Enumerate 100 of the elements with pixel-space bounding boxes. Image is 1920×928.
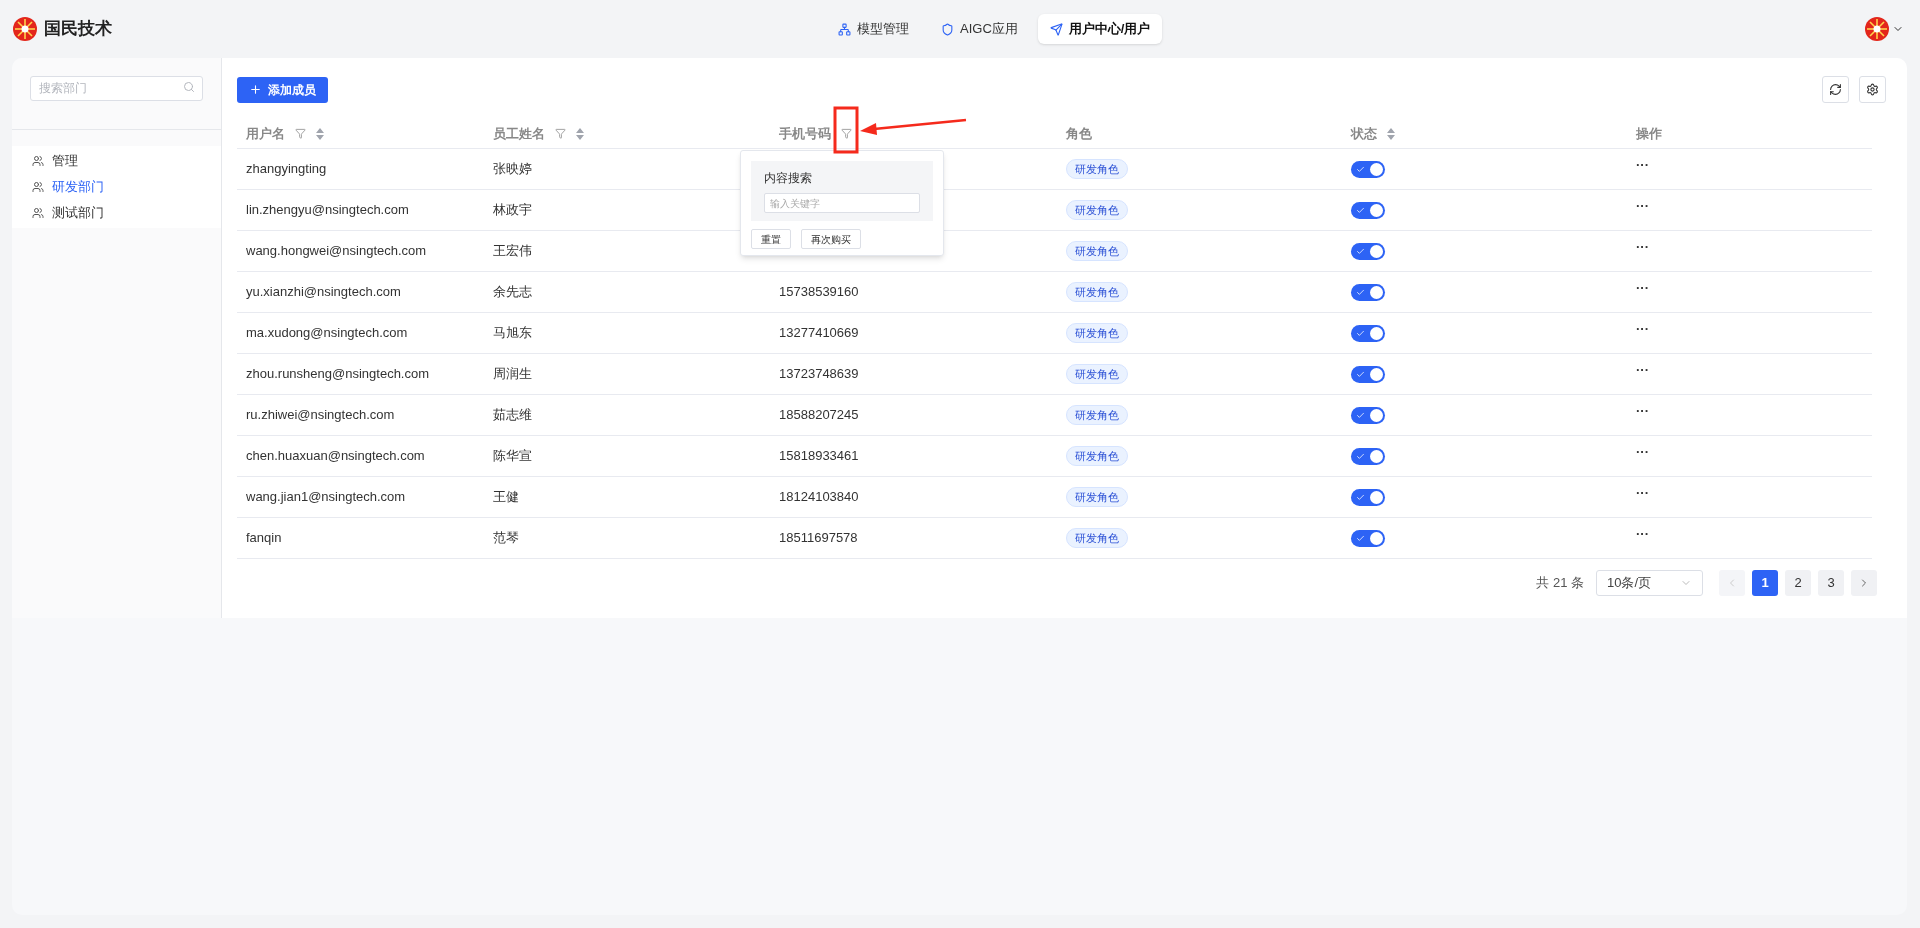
total-count: 共 21 条 bbox=[1536, 574, 1584, 593]
table-cell: lin.zhengyu@nsingtech.com bbox=[246, 202, 409, 218]
role-tag: 研发角色 bbox=[1066, 487, 1128, 507]
column-header: 角色 bbox=[1066, 124, 1092, 143]
role-tag: 研发角色 bbox=[1066, 200, 1128, 220]
check-icon bbox=[1356, 164, 1365, 174]
table-cell: 13723748639 bbox=[779, 366, 859, 382]
table-cell: ma.xudong@nsingtech.com bbox=[246, 325, 408, 341]
more-actions[interactable]: ··· bbox=[1636, 485, 1649, 501]
table-cell: 15738539160 bbox=[779, 284, 859, 300]
table-cell: 余先志 bbox=[493, 284, 532, 300]
table-cell: 张映婷 bbox=[493, 161, 532, 177]
check-icon bbox=[1356, 492, 1365, 502]
more-actions[interactable]: ··· bbox=[1636, 280, 1649, 296]
role-tag: 研发角色 bbox=[1066, 282, 1128, 302]
table-cell: 茹志维 bbox=[493, 407, 532, 423]
role-tag: 研发角色 bbox=[1066, 159, 1128, 179]
more-actions[interactable]: ··· bbox=[1636, 321, 1649, 337]
check-icon bbox=[1356, 451, 1365, 461]
status-toggle[interactable] bbox=[1351, 283, 1385, 301]
logo-icon bbox=[12, 16, 38, 42]
table-cell: 13277410669 bbox=[779, 325, 859, 341]
check-icon bbox=[1356, 410, 1365, 420]
table-cell: 王健 bbox=[493, 489, 519, 505]
brand-name: 国民技术 bbox=[44, 18, 112, 41]
status-toggle[interactable] bbox=[1351, 529, 1385, 547]
table-cell: wang.jian1@nsingtech.com bbox=[246, 489, 406, 505]
table-cell: zhou.runsheng@nsingtech.com bbox=[246, 366, 430, 382]
table-cell: 范琴 bbox=[493, 530, 519, 546]
check-icon bbox=[1356, 369, 1365, 379]
more-actions[interactable]: ··· bbox=[1636, 403, 1649, 419]
status-toggle[interactable] bbox=[1351, 447, 1385, 465]
check-icon bbox=[1356, 246, 1365, 256]
page-button[interactable]: 2 bbox=[1785, 570, 1811, 596]
more-actions[interactable]: ··· bbox=[1636, 444, 1649, 460]
role-tag: 研发角色 bbox=[1066, 528, 1128, 548]
table-cell: wang.hongwei@nsingtech.com bbox=[246, 243, 427, 259]
popover-title: 内容搜索 bbox=[764, 170, 813, 187]
department-item[interactable]: 管理 bbox=[12, 147, 221, 174]
department-item[interactable]: 研发部门 bbox=[12, 173, 221, 200]
table-cell: fanqin bbox=[246, 530, 282, 546]
column-header: 员工姓名 bbox=[493, 123, 584, 144]
more-actions[interactable]: ··· bbox=[1636, 157, 1649, 173]
popover-button[interactable]: 再次购买 bbox=[801, 229, 861, 249]
check-icon bbox=[1356, 205, 1365, 215]
nav-icon bbox=[941, 22, 954, 36]
keyword-field[interactable]: 输入关键字 bbox=[764, 193, 920, 213]
nav-icon bbox=[1049, 22, 1063, 36]
status-toggle[interactable] bbox=[1351, 365, 1385, 383]
refresh-button[interactable] bbox=[1822, 76, 1849, 103]
more-actions[interactable]: ··· bbox=[1636, 526, 1649, 542]
check-icon bbox=[1356, 328, 1365, 338]
table-cell: zhangyingting bbox=[246, 161, 327, 177]
status-toggle[interactable] bbox=[1351, 160, 1385, 178]
search-field[interactable]: 搜索部门 bbox=[30, 75, 203, 101]
annotation-box bbox=[833, 106, 859, 154]
popover-button[interactable]: 重置 bbox=[751, 229, 791, 249]
table-cell: 18588207245 bbox=[779, 407, 859, 423]
table-cell: 马旭东 bbox=[493, 325, 532, 341]
users-icon bbox=[32, 206, 44, 219]
table-cell: yu.xianzhi@nsingtech.com bbox=[246, 284, 401, 300]
page-button[interactable]: 3 bbox=[1818, 570, 1844, 596]
check-icon bbox=[1356, 287, 1365, 297]
table-cell: chen.huaxuan@nsingtech.com bbox=[246, 448, 425, 464]
more-actions[interactable]: ··· bbox=[1636, 239, 1649, 255]
role-tag: 研发角色 bbox=[1066, 446, 1128, 466]
column-header: 状态 bbox=[1351, 123, 1395, 144]
page-size-select[interactable]: 10条/页 bbox=[1596, 570, 1703, 596]
role-tag: 研发角色 bbox=[1066, 364, 1128, 384]
check-icon bbox=[1356, 533, 1365, 543]
table-cell: 林政宇 bbox=[493, 202, 532, 218]
more-actions[interactable]: ··· bbox=[1636, 362, 1649, 378]
plus-icon bbox=[249, 83, 262, 96]
table-cell: 18124103840 bbox=[779, 489, 859, 505]
nav-tab[interactable]: 用户中心/用户 bbox=[1037, 14, 1163, 44]
nav-tab[interactable]: AIGC应用 bbox=[929, 14, 1030, 44]
nav-tab[interactable]: 模型管理 bbox=[826, 14, 921, 44]
users-icon bbox=[32, 154, 44, 167]
role-tag: 研发角色 bbox=[1066, 323, 1128, 343]
table-cell: 18511697578 bbox=[779, 530, 858, 546]
avatar-icon bbox=[1864, 16, 1890, 42]
status-toggle[interactable] bbox=[1351, 201, 1385, 219]
status-toggle[interactable] bbox=[1351, 324, 1385, 342]
table-cell: ru.zhiwei@nsingtech.com bbox=[246, 407, 395, 423]
department-item[interactable]: 测试部门 bbox=[12, 199, 221, 226]
more-actions[interactable]: ··· bbox=[1636, 198, 1649, 214]
column-header: 用户名 bbox=[246, 123, 324, 144]
table-cell: 陈华宣 bbox=[493, 448, 532, 464]
status-toggle[interactable] bbox=[1351, 242, 1385, 260]
status-toggle[interactable] bbox=[1351, 406, 1385, 424]
column-header: 手机号码 bbox=[779, 123, 852, 144]
table-cell: 周润生 bbox=[493, 366, 532, 382]
table-cell: 15818933461 bbox=[779, 448, 859, 464]
status-toggle[interactable] bbox=[1351, 488, 1385, 506]
column-header: 操作 bbox=[1636, 124, 1662, 143]
add-member-button[interactable]: 添加成员 bbox=[237, 76, 328, 103]
settings-button[interactable] bbox=[1859, 76, 1886, 103]
role-tag: 研发角色 bbox=[1066, 405, 1128, 425]
users-icon bbox=[32, 180, 44, 193]
page-button[interactable]: 1 bbox=[1752, 570, 1778, 596]
